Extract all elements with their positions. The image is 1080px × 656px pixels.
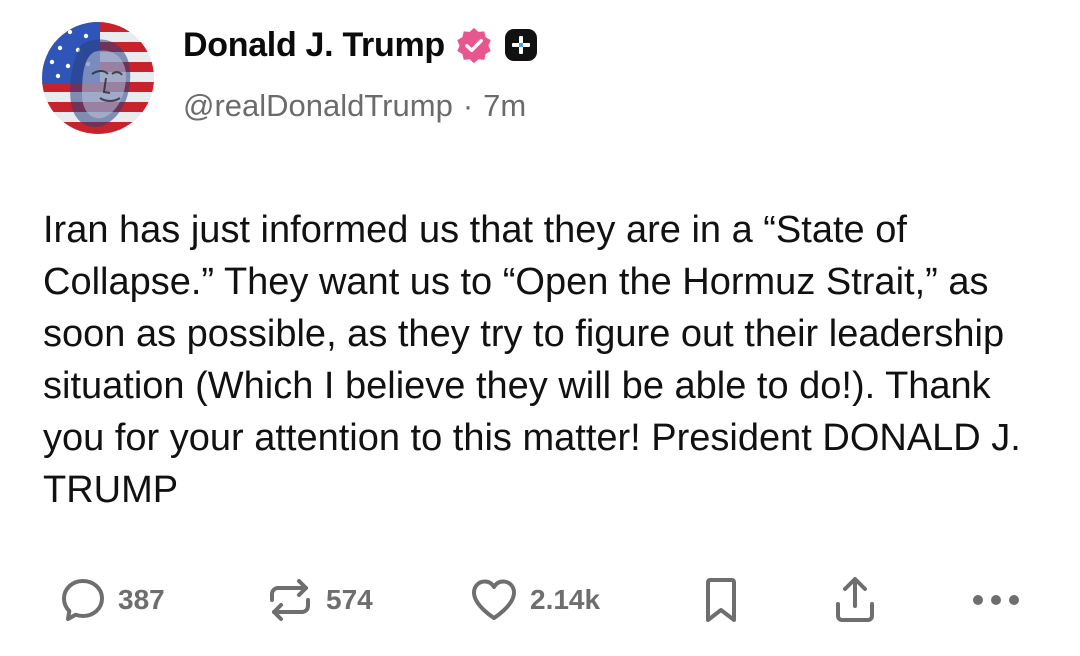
- display-name[interactable]: Donald J. Trump: [183, 26, 445, 65]
- share-button[interactable]: [829, 572, 881, 628]
- flag-portrait-avatar-icon: [42, 22, 154, 134]
- bookmark-button[interactable]: [699, 572, 743, 628]
- post-timestamp[interactable]: 7m: [483, 88, 526, 124]
- reply-button[interactable]: 387: [58, 572, 165, 628]
- verified-badge-icon: [457, 27, 491, 64]
- more-icon: [973, 595, 1019, 605]
- action-bar: 387 574 2.14k: [0, 572, 1080, 628]
- reply-count: 387: [118, 584, 165, 615]
- author-meta-row: @realDonaldTrump · 7m: [183, 88, 526, 124]
- plus-membership-icon: [504, 29, 537, 61]
- meta-separator: ·: [462, 88, 474, 123]
- avatar[interactable]: [42, 22, 154, 134]
- author-handle[interactable]: @realDonaldTrump: [183, 88, 453, 124]
- post-card: Donald J. Trump @realDonaldTrump · 7m Ir…: [0, 0, 1080, 656]
- more-options-button[interactable]: [968, 572, 1024, 628]
- like-button[interactable]: 2.14k: [468, 572, 600, 628]
- like-count: 2.14k: [530, 584, 601, 615]
- post-text: Iran has just informed us that they are …: [43, 209, 1021, 511]
- author-name-row: Donald J. Trump: [183, 24, 539, 66]
- repost-count: 574: [326, 584, 373, 615]
- share-icon: [836, 577, 874, 622]
- heart-icon: [472, 579, 516, 620]
- reply-icon: [62, 579, 104, 621]
- repost-icon: [270, 579, 310, 621]
- repost-button[interactable]: 574: [264, 572, 373, 628]
- bookmark-icon: [706, 578, 736, 622]
